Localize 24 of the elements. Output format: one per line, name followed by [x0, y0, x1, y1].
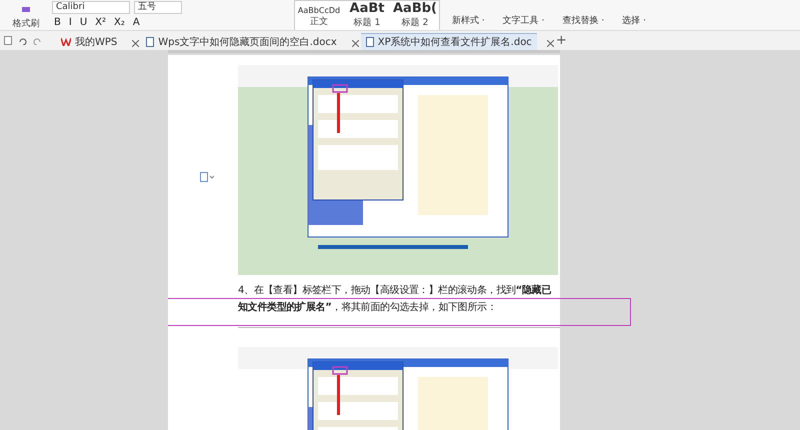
format-button[interactable]: A	[130, 17, 142, 28]
style-label[interactable]: 标题 1	[354, 16, 380, 29]
format-painter-button[interactable]: 格式刷	[12, 17, 40, 30]
style-preview[interactable]: AaBbCcDd	[298, 6, 340, 15]
format-button[interactable]: B	[52, 17, 63, 28]
tool-button[interactable]: 文字工具 ·	[496, 14, 550, 27]
document-tab[interactable]: 我的WPS	[56, 33, 122, 50]
style-label[interactable]: 正文	[310, 15, 328, 28]
document-tab[interactable]: Wps文字中如何隐藏页面间的空白.docx	[141, 33, 342, 50]
format-button[interactable]: X₂	[112, 17, 127, 28]
style-preview[interactable]: AaBb(	[393, 1, 437, 16]
tool-button[interactable]: 选择 ·	[616, 14, 652, 27]
style-label[interactable]: 标题 2	[402, 16, 428, 29]
instruction-paragraph: 4、在【查看】标签栏下，拖动【高级设置：】栏的滚动条，找到“隐藏已知文件类型的扩展名”，将其前面的勾选去掉，如下图所示：	[238, 284, 552, 316]
new-tab-button[interactable]: +	[556, 33, 567, 48]
document-tab[interactable]: XP系统中如何查看文件扩展名.doc	[360, 33, 537, 50]
format-button[interactable]: X²	[93, 17, 108, 28]
tool-button[interactable]: 新样式 ·	[446, 14, 491, 27]
format-button[interactable]: U	[78, 17, 90, 28]
font-size-field[interactable]: 五号	[134, 1, 182, 14]
tool-button[interactable]: 查找替换 ·	[556, 14, 610, 27]
style-preview[interactable]: AaBt	[350, 1, 384, 16]
font-name-field[interactable]: Calibri	[52, 1, 130, 14]
format-button[interactable]: I	[66, 17, 74, 28]
